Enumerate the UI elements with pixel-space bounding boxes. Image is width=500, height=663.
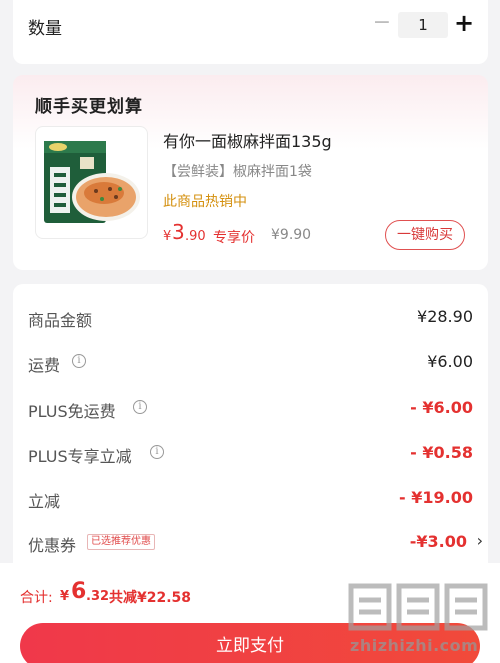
- summary-row-plus-free-shipping: PLUS免运费 i - ¥6.00: [28, 394, 473, 422]
- total-label: 合计:: [20, 590, 53, 606]
- recommendation-title: 顺手买更划算: [35, 97, 143, 117]
- summary-value: - ¥19.00: [399, 488, 473, 507]
- one-click-buy-button[interactable]: 一键购买: [385, 220, 465, 250]
- price-currency: ¥: [163, 229, 172, 244]
- increase-quantity-button[interactable]: +: [453, 8, 475, 38]
- summary-row-shipping: 运费 i ¥6.00: [28, 348, 473, 376]
- order-summary-card: 商品金额 ¥28.90 运费 i ¥6.00 PLUS免运费 i - ¥6.00…: [13, 284, 488, 584]
- price-decimal: .90: [185, 229, 206, 244]
- total-integer: 6: [71, 579, 87, 604]
- pay-now-button[interactable]: 立即支付: [20, 623, 480, 663]
- member-price-label: 专享价: [213, 230, 255, 246]
- recommendation-card: 顺手买更划算 有你一面椒麻拌面135g 【尝鲜装】椒麻拌面1袋 此商品热销中 ¥…: [13, 75, 488, 270]
- product-name[interactable]: 有你一面椒麻拌面135g: [163, 128, 332, 152]
- info-icon[interactable]: i: [150, 445, 164, 459]
- info-icon[interactable]: i: [133, 400, 147, 414]
- total-currency: ¥: [60, 589, 70, 604]
- summary-row-coupon[interactable]: 优惠券 已选推荐优惠 -¥3.00 ›: [28, 528, 483, 556]
- info-icon[interactable]: i: [72, 354, 86, 368]
- checkout-bar: 合计: ¥ 6 .32 共减¥22.58 立即支付: [0, 563, 500, 663]
- summary-value: - ¥0.58: [410, 443, 473, 462]
- total-saved: 共减¥22.58: [109, 590, 192, 606]
- chevron-right-icon[interactable]: ›: [477, 531, 483, 550]
- product-spec: 【尝鲜装】椒麻拌面1袋: [163, 164, 312, 180]
- summary-row-plus-discount: PLUS专享立减 i - ¥0.58: [28, 439, 473, 467]
- quantity-input[interactable]: 1: [398, 12, 448, 38]
- total-decimal: .32: [86, 589, 110, 604]
- summary-label: 运费: [28, 356, 61, 375]
- instant-noodle-package-icon: [44, 141, 140, 223]
- summary-value: -¥3.00: [409, 532, 467, 551]
- summary-label: PLUS免运费: [28, 402, 116, 421]
- decrease-quantity-button[interactable]: −: [371, 8, 393, 38]
- quantity-card: 数量 − 1 +: [13, 0, 488, 64]
- summary-value: ¥6.00: [427, 352, 473, 371]
- summary-label: 优惠券: [28, 536, 77, 555]
- summary-row-goods-amount: 商品金额 ¥28.90: [28, 303, 473, 331]
- product-image[interactable]: [35, 126, 148, 239]
- quantity-label: 数量: [28, 19, 62, 39]
- original-price: ¥9.90: [271, 227, 312, 243]
- hot-selling-tag: 此商品热销中: [163, 194, 247, 210]
- summary-value: - ¥6.00: [410, 398, 473, 417]
- summary-label: 商品金额: [28, 311, 93, 330]
- summary-label: PLUS专享立减: [28, 447, 132, 466]
- summary-value: ¥28.90: [417, 307, 473, 326]
- summary-label: 立减: [28, 492, 61, 511]
- coupon-recommended-tag: 已选推荐优惠: [87, 534, 155, 550]
- summary-row-instant-discount: 立减 - ¥19.00: [28, 484, 473, 512]
- price-integer: 3: [172, 220, 185, 244]
